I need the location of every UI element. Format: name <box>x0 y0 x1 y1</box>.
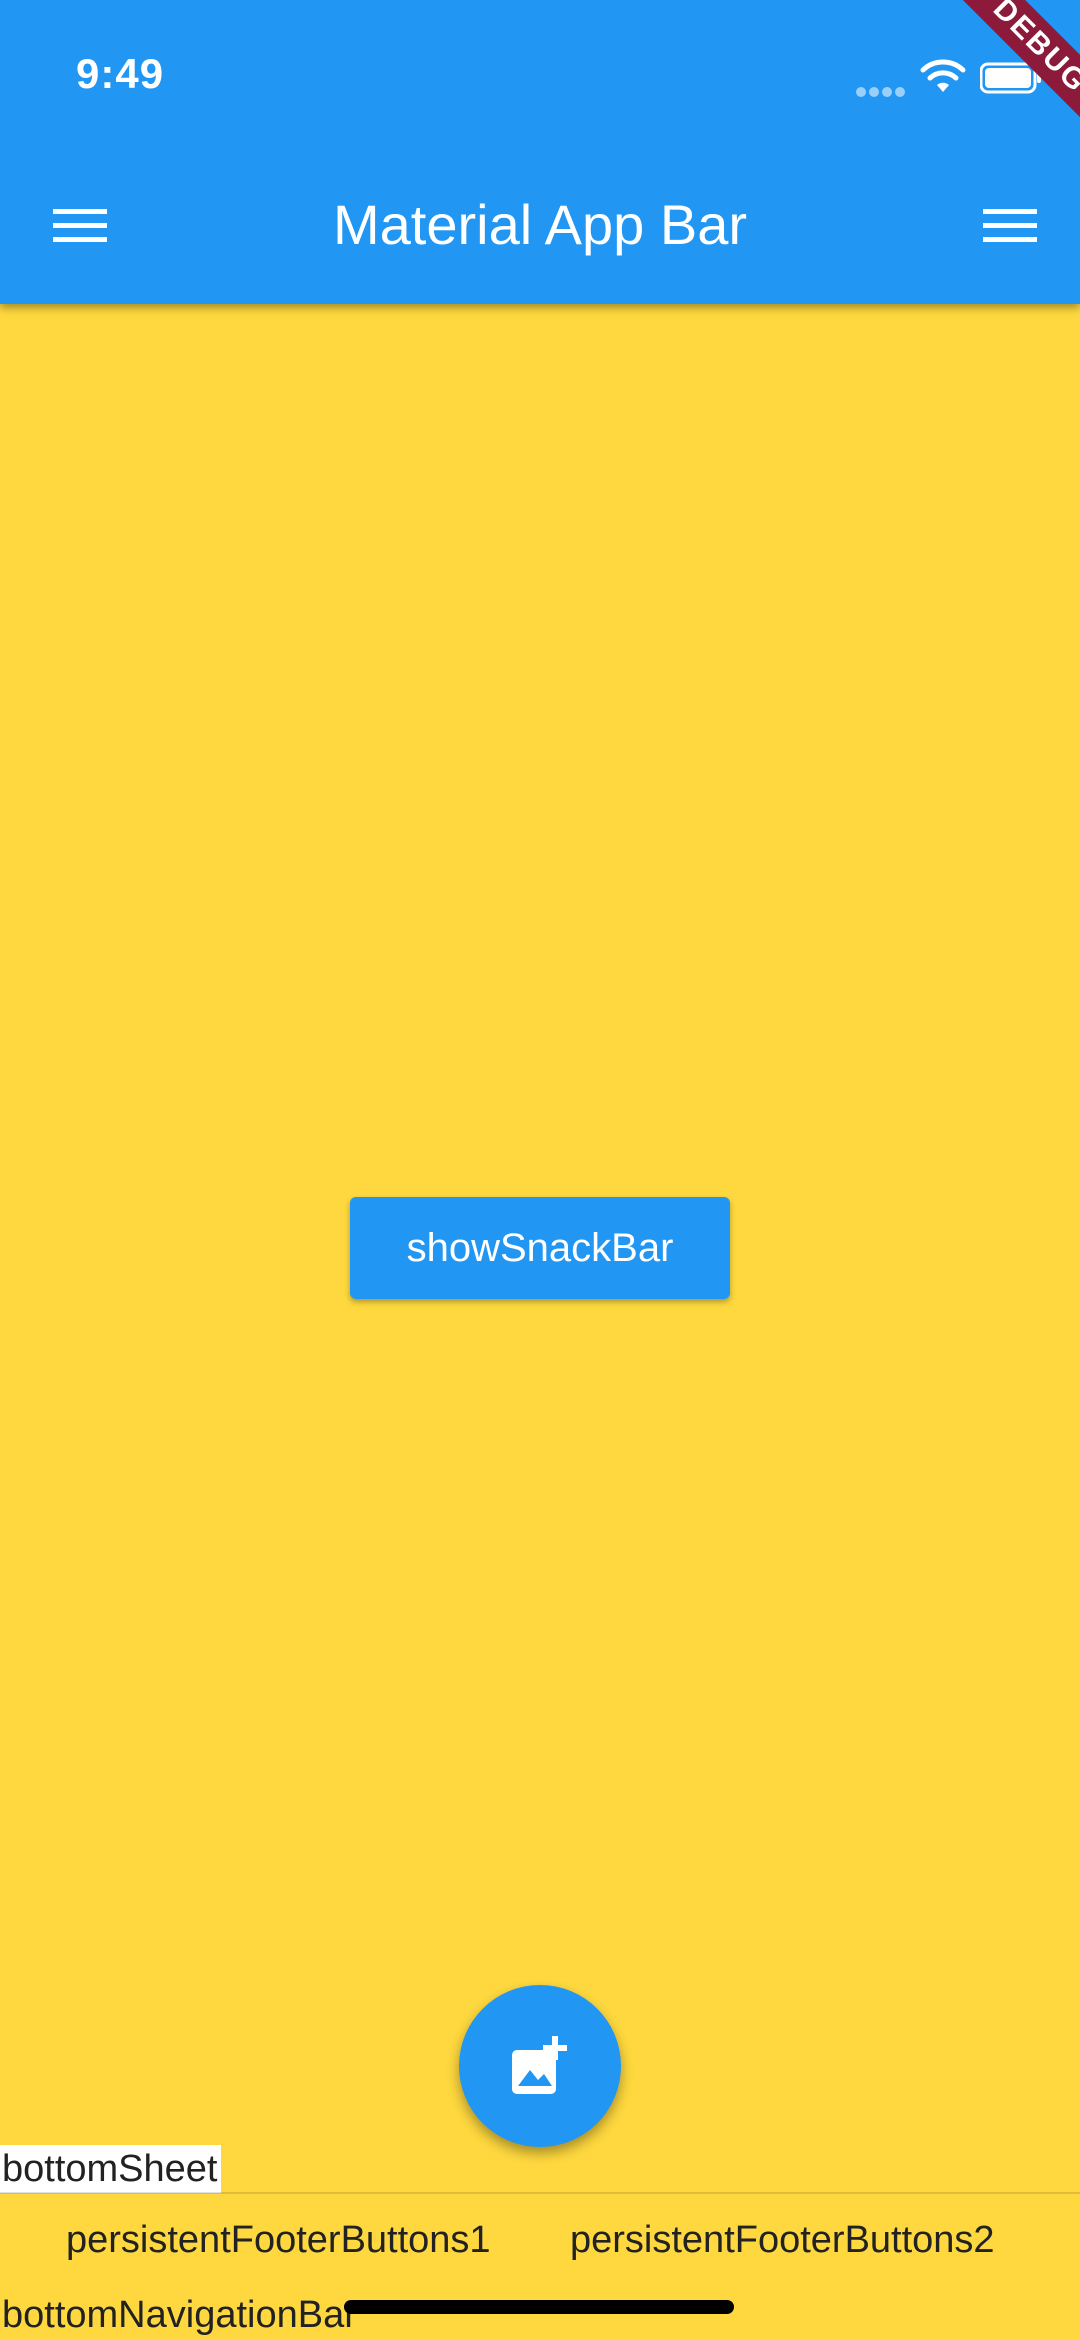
add-photo-icon <box>512 2036 567 2094</box>
app-bar: Material App Bar <box>0 150 1080 300</box>
menu-icon <box>983 209 1037 242</box>
status-time: 9:49 <box>76 50 165 97</box>
app-bar-title: Material App Bar <box>333 193 747 256</box>
bottom-sheet: bottomSheet <box>0 2145 222 2193</box>
footer-divider <box>0 2192 1080 2194</box>
show-snackbar-button[interactable]: showSnackBar <box>350 1197 730 1299</box>
persistent-footer-button-1[interactable]: persistentFooterButtons1 <box>66 2210 491 2270</box>
action-menu-button[interactable] <box>950 150 1070 300</box>
menu-icon <box>53 209 107 242</box>
app-screen: 9:49 Material App Bar DEBUG showSnackBar… <box>0 0 1080 2340</box>
cellular-signal-icon <box>856 84 908 97</box>
home-indicator[interactable] <box>344 2300 734 2314</box>
wifi-icon <box>920 59 966 92</box>
persistent-footer-button-2[interactable]: persistentFooterButtons2 <box>570 2210 995 2270</box>
bottom-navigation-bar: bottomNavigationBar <box>2 2294 357 2336</box>
floating-action-button[interactable] <box>459 1985 621 2147</box>
app-header: 9:49 Material App Bar <box>0 0 1080 304</box>
leading-menu-button[interactable] <box>20 150 140 300</box>
